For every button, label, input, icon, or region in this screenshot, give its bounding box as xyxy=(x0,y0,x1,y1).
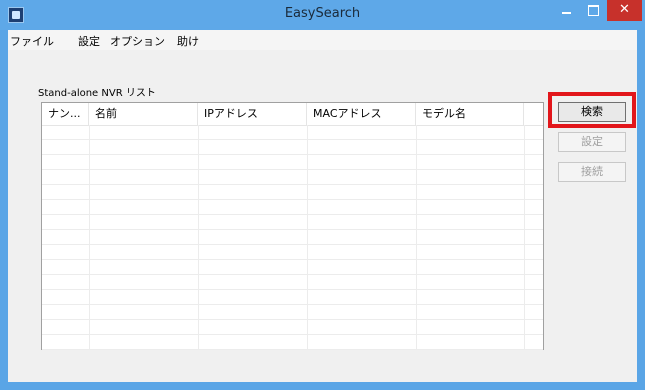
list-empty-row xyxy=(42,125,543,140)
menu-settings[interactable]: 設定 xyxy=(78,33,100,49)
app-window: EasySearch ✕ ファイル 設定 オプション 助け Stand-alon… xyxy=(0,0,645,390)
maximize-icon[interactable] xyxy=(580,0,606,21)
list-empty-row xyxy=(42,335,543,350)
list-header: ナン... 名前 IPアドレス MACアドレス モデル名 xyxy=(42,103,543,126)
list-empty-row xyxy=(42,245,543,260)
list-empty-row xyxy=(42,215,543,230)
list-caption: Stand-alone NVR リスト xyxy=(38,88,156,99)
connect-button: 接続 xyxy=(558,162,626,182)
client-area: ファイル 設定 オプション 助け Stand-alone NVR リスト ナン.… xyxy=(8,30,637,382)
column-header-model[interactable]: モデル名 xyxy=(416,103,524,125)
column-header-mac[interactable]: MACアドレス xyxy=(307,103,416,125)
list-empty-row xyxy=(42,230,543,245)
list-column-line xyxy=(524,125,525,349)
menu-file[interactable]: ファイル xyxy=(10,33,54,49)
menu-options[interactable]: オプション xyxy=(110,33,165,49)
list-empty-row xyxy=(42,170,543,185)
list-empty-row xyxy=(42,275,543,290)
list-empty-row xyxy=(42,185,543,200)
nvr-list[interactable]: ナン... 名前 IPアドレス MACアドレス モデル名 xyxy=(41,102,544,350)
menu-help[interactable]: 助け xyxy=(177,33,199,49)
list-column-line xyxy=(416,125,417,349)
list-empty-row xyxy=(42,155,543,170)
column-header-number[interactable]: ナン... xyxy=(42,103,89,125)
list-column-line xyxy=(89,125,90,349)
list-empty-row xyxy=(42,200,543,215)
list-empty-row xyxy=(42,290,543,305)
list-empty-row xyxy=(42,305,543,320)
title-bar[interactable]: EasySearch ✕ xyxy=(0,0,645,30)
close-icon[interactable]: ✕ xyxy=(607,0,642,21)
list-column-line xyxy=(307,125,308,349)
list-empty-row xyxy=(42,260,543,275)
column-header-ip[interactable]: IPアドレス xyxy=(198,103,307,125)
minimize-icon[interactable] xyxy=(553,0,579,21)
menu-bar: ファイル 設定 オプション 助け xyxy=(8,30,637,50)
column-header-name[interactable]: 名前 xyxy=(89,103,198,125)
list-empty-row xyxy=(42,320,543,335)
window-title: EasySearch xyxy=(284,6,361,21)
list-column-line xyxy=(198,125,199,349)
list-empty-row xyxy=(42,140,543,155)
search-highlight-box xyxy=(548,92,636,128)
settings-button: 設定 xyxy=(558,132,626,152)
